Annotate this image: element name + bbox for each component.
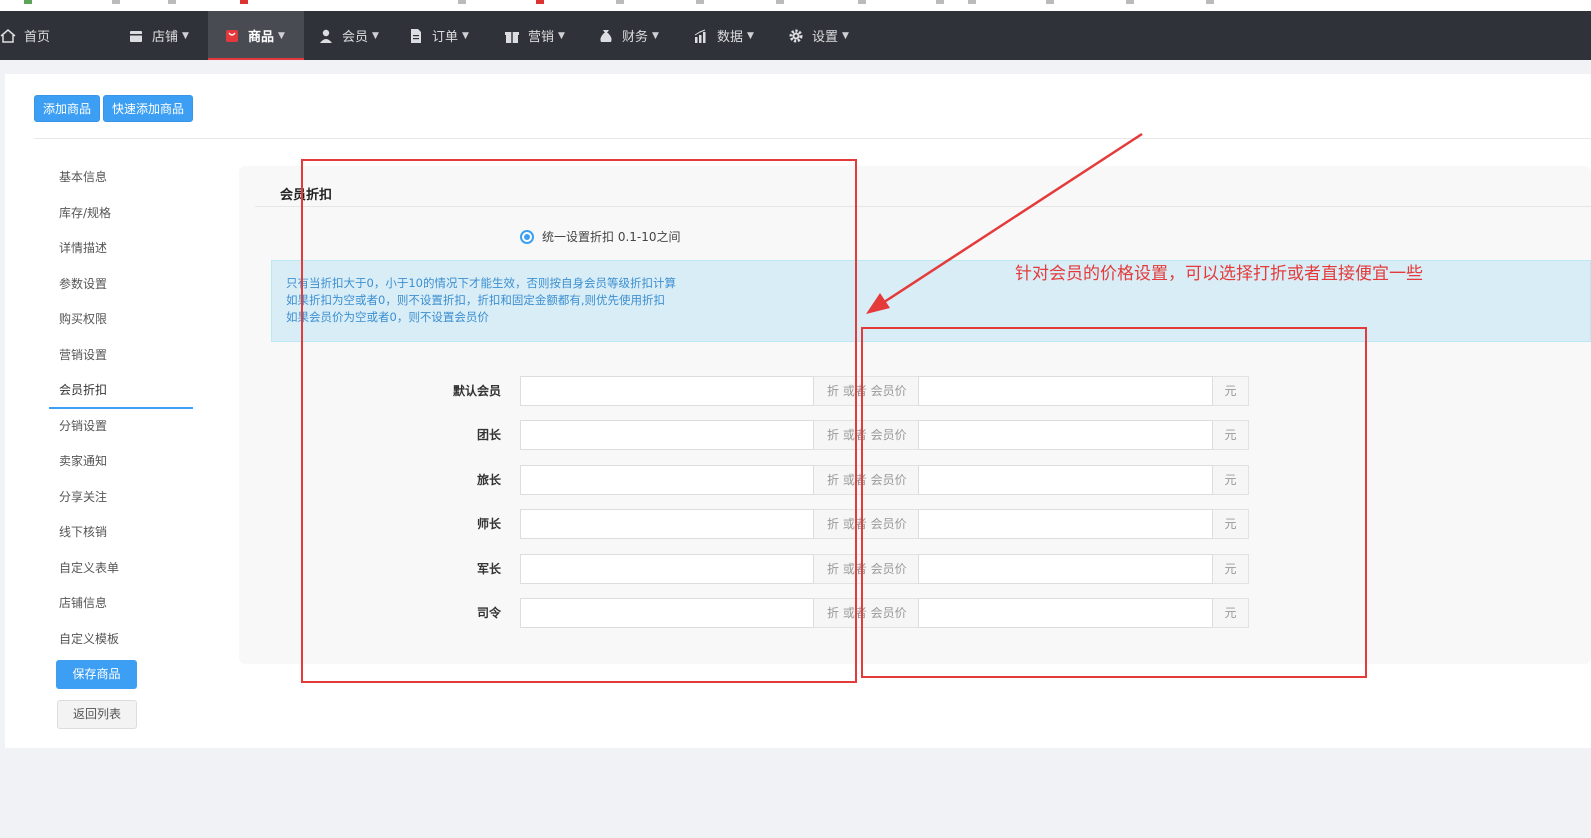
annotation-text: 针对会员的价格设置，可以选择打折或者直接便宜一些 (1015, 264, 1423, 284)
annotation-arrow-icon (866, 132, 1143, 314)
